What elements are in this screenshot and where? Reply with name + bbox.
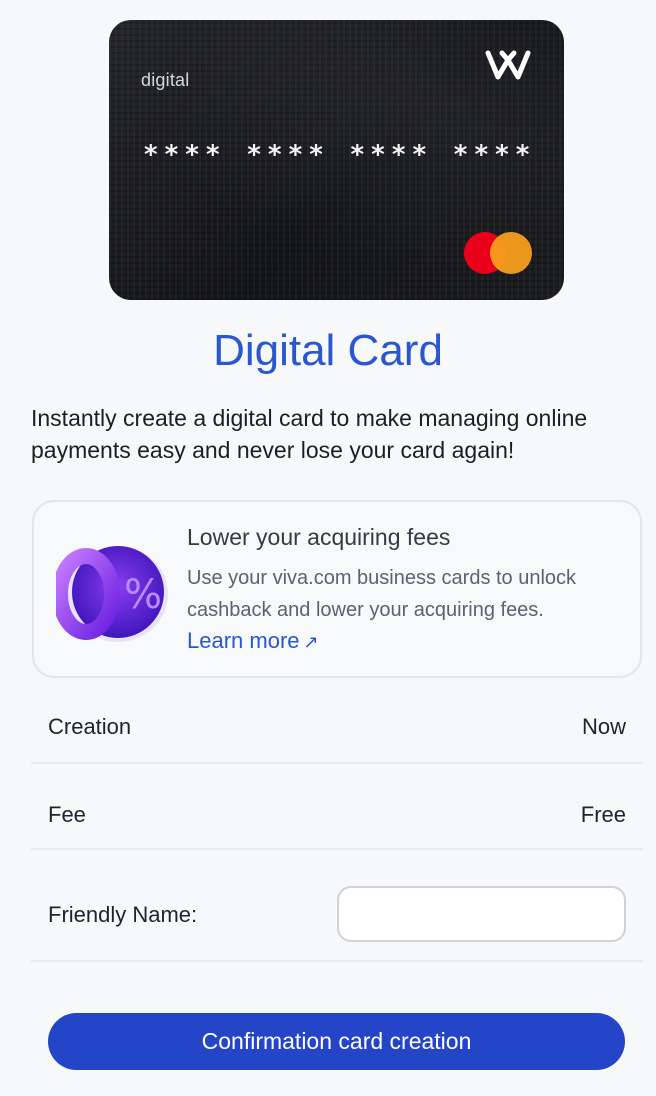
friendly-name-row: Friendly Name: <box>31 850 643 962</box>
fee-label: Fee <box>48 802 86 827</box>
card-number: **** **** **** **** <box>143 140 536 170</box>
promo-body: Use your viva.com business cards to unlo… <box>187 567 577 621</box>
page-description: Instantly create a digital card to make … <box>31 405 588 463</box>
digital-card-preview: digital **** **** **** **** <box>109 20 564 300</box>
arrow-up-right-icon: ↗ <box>303 632 319 652</box>
friendly-name-input[interactable] <box>337 886 626 942</box>
fee-value: Free <box>580 802 626 827</box>
promo-title: Lower your acquiring fees <box>187 524 451 550</box>
promo-banner: % Lower your acquiring fees Use your viv… <box>32 500 642 678</box>
creation-label: Creation <box>48 714 132 739</box>
learn-more-link[interactable]: Learn more ↗ <box>187 628 319 654</box>
page-title: Digital Card <box>213 326 443 375</box>
digital-card-page: digital **** **** **** **** Digital Card… <box>0 0 656 1096</box>
viva-w-logo-icon <box>485 50 531 80</box>
mastercard-logo-icon <box>464 232 532 274</box>
creation-value: Now <box>581 714 626 739</box>
fee-row: Fee Free <box>31 764 643 850</box>
card-type-label: digital <box>141 70 190 90</box>
confirm-card-creation-button[interactable]: Confirmation card creation <box>48 1013 625 1070</box>
creation-row: Creation Now <box>31 694 643 764</box>
zero-percent-icon: % <box>56 546 168 642</box>
friendly-name-label: Friendly Name: <box>48 902 198 927</box>
learn-more-label: Learn more <box>187 628 300 653</box>
svg-text:%: % <box>124 572 162 618</box>
